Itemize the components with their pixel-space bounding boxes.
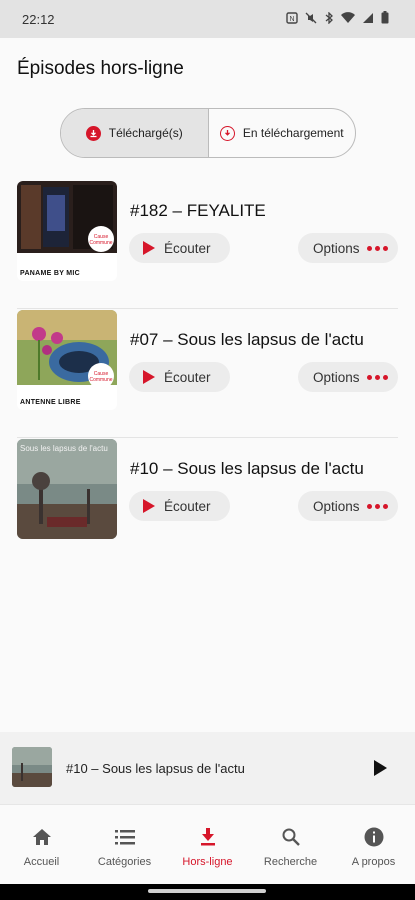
show-label: ANTENNE LIBRE bbox=[20, 399, 81, 406]
tab-downloading[interactable]: En téléchargement bbox=[207, 109, 356, 157]
episode-item: Cause Commune PANAME BY MIC #182 – FEYAL… bbox=[17, 180, 398, 309]
tab-downloading-label: En téléchargement bbox=[242, 126, 344, 140]
download-icon bbox=[200, 827, 216, 847]
tab-downloaded[interactable]: Téléchargé(s) bbox=[61, 109, 208, 157]
svg-text:Commune: Commune bbox=[89, 240, 112, 246]
listen-label: Écouter bbox=[164, 240, 211, 256]
mini-player-cover bbox=[12, 747, 52, 787]
mini-player[interactable]: #10 – Sous les lapsus de l'actu bbox=[0, 732, 415, 804]
gesture-bar bbox=[0, 884, 415, 900]
list-icon bbox=[114, 827, 135, 847]
downloading-icon bbox=[219, 125, 235, 141]
episode-title: #182 – FEYALITE bbox=[130, 201, 266, 220]
options-button[interactable]: Options bbox=[298, 362, 398, 392]
options-button[interactable]: Options bbox=[298, 491, 398, 521]
listen-button[interactable]: Écouter bbox=[129, 491, 230, 521]
listen-button[interactable]: Écouter bbox=[129, 233, 230, 263]
nav-item-categories[interactable]: Catégories bbox=[83, 805, 166, 884]
episode-title: #10 – Sous les lapsus de l'actu bbox=[130, 459, 364, 478]
options-label: Options bbox=[313, 369, 360, 385]
nav-item-search[interactable]: Recherche bbox=[249, 805, 332, 884]
battery-icon bbox=[381, 11, 389, 27]
episode-cover[interactable]: Sous les lapsus de l'actu bbox=[17, 439, 117, 539]
show-label: PANAME BY MIC bbox=[20, 270, 81, 277]
nav-label: Hors-ligne bbox=[182, 856, 233, 868]
mini-player-title: #10 – Sous les lapsus de l'actu bbox=[66, 761, 245, 776]
svg-text:Commune: Commune bbox=[89, 377, 112, 383]
options-label: Options bbox=[313, 240, 360, 256]
nav-label: Accueil bbox=[23, 856, 60, 868]
play-icon bbox=[143, 241, 155, 255]
download-icon bbox=[85, 125, 101, 141]
episode-cover[interactable]: Cause Commune PANAME BY MIC bbox=[17, 181, 117, 281]
page-title: Épisodes hors-ligne bbox=[17, 58, 184, 79]
nav-label: Catégories bbox=[97, 856, 152, 868]
bluetooth-icon bbox=[324, 10, 334, 27]
mute-icon bbox=[305, 12, 317, 27]
nfc-icon: N bbox=[286, 11, 298, 27]
options-label: Options bbox=[313, 498, 360, 514]
listen-button[interactable]: Écouter bbox=[129, 362, 230, 392]
more-dots-icon bbox=[367, 503, 388, 509]
status-icons: N bbox=[286, 10, 389, 27]
play-icon bbox=[143, 499, 155, 513]
download-tabs: Téléchargé(s) En téléchargement bbox=[60, 108, 356, 158]
nav-item-about[interactable]: A propos bbox=[332, 805, 415, 884]
listen-label: Écouter bbox=[164, 498, 211, 514]
signal-icon bbox=[362, 12, 374, 27]
play-icon bbox=[143, 370, 155, 384]
wifi-icon bbox=[341, 11, 355, 27]
nav-item-home[interactable]: Accueil bbox=[0, 805, 83, 884]
listen-label: Écouter bbox=[164, 369, 211, 385]
episode-cover[interactable]: Cause Commune ANTENNE LIBRE bbox=[17, 310, 117, 410]
cover-title-text: Sous les lapsus de l'actu bbox=[20, 444, 108, 453]
mini-player-play-icon[interactable] bbox=[374, 760, 387, 776]
bottom-nav: Accueil Catégories Hors-ligne Recherche … bbox=[0, 804, 415, 884]
episode-item: Sous les lapsus de l'actu #10 – Sous les… bbox=[17, 438, 398, 567]
home-icon bbox=[32, 827, 52, 847]
nav-label: Recherche bbox=[263, 856, 318, 868]
nav-label: A propos bbox=[351, 856, 396, 868]
more-dots-icon bbox=[367, 245, 388, 251]
nav-item-offline[interactable]: Hors-ligne bbox=[166, 805, 249, 884]
more-dots-icon bbox=[367, 374, 388, 380]
episode-title: #07 – Sous les lapsus de l'actu bbox=[130, 330, 364, 349]
clock: 22:12 bbox=[22, 11, 55, 27]
status-bar: 22:12 N bbox=[0, 0, 415, 38]
tab-downloaded-label: Téléchargé(s) bbox=[108, 126, 183, 140]
info-icon bbox=[364, 827, 384, 847]
options-button[interactable]: Options bbox=[298, 233, 398, 263]
episode-item: Cause Commune ANTENNE LIBRE #07 – Sous l… bbox=[17, 309, 398, 438]
svg-text:N: N bbox=[289, 16, 294, 23]
episode-list: Cause Commune PANAME BY MIC #182 – FEYAL… bbox=[0, 180, 415, 567]
home-gesture-handle[interactable] bbox=[148, 889, 266, 893]
search-icon bbox=[282, 827, 300, 847]
